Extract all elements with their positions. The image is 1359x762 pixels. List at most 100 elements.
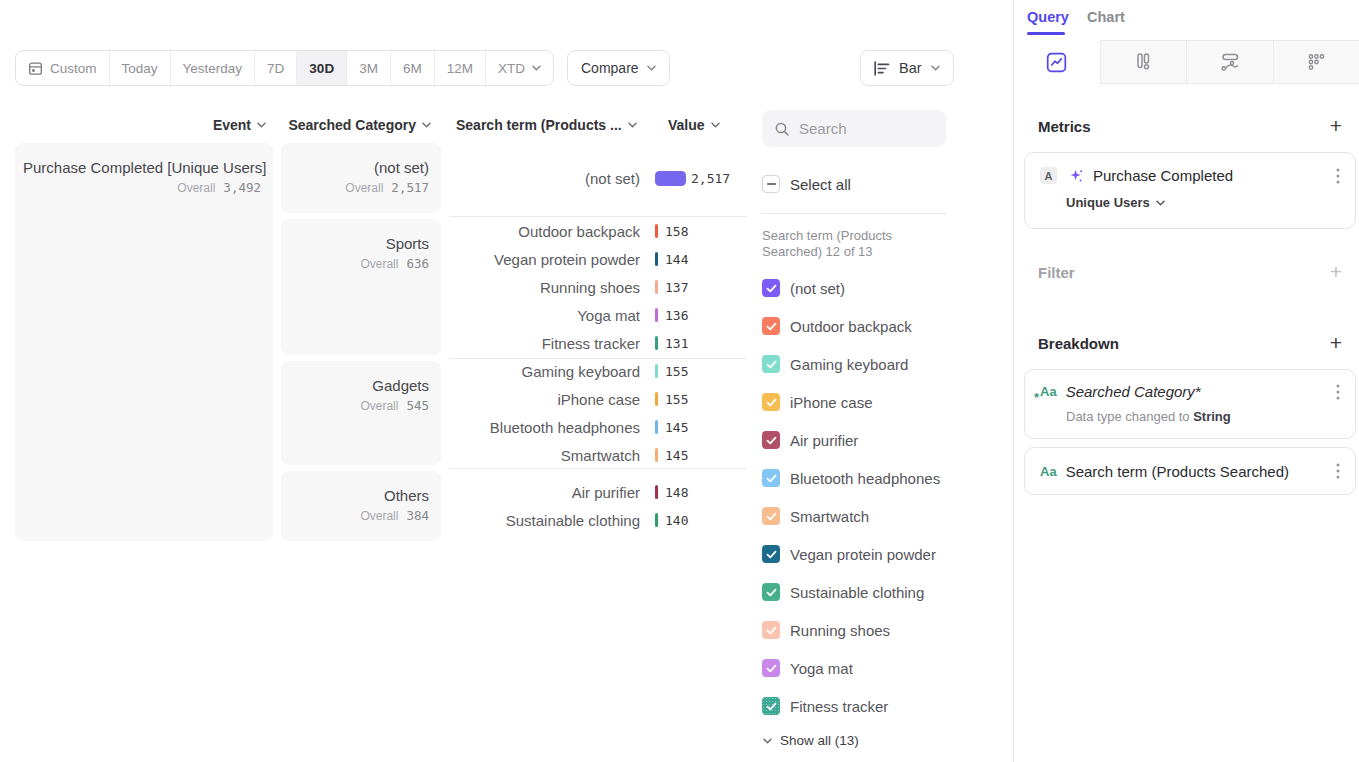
column-header-searched-category[interactable]: Searched Category [281, 117, 431, 133]
segment-label: Sustainable clothing [790, 584, 924, 601]
select-all-label: Select all [790, 176, 851, 193]
checked-checkbox[interactable] [762, 431, 780, 449]
add-filter-button[interactable]: + [1330, 262, 1342, 282]
flows-tab[interactable] [1186, 40, 1273, 84]
checked-checkbox[interactable] [762, 279, 780, 297]
term-row-gaming-keyboard[interactable]: Gaming keyboard155 [449, 357, 747, 385]
checked-checkbox[interactable] [762, 659, 780, 677]
date-range-label: Today [122, 61, 158, 76]
select-all-checkbox[interactable] [762, 175, 780, 193]
term-group-sports: Outdoor backpack158Vegan protein powder1… [449, 219, 747, 355]
segment-item-air-purifier[interactable]: Air purifier [762, 431, 940, 449]
checked-checkbox[interactable] [762, 545, 780, 563]
chart-type-button[interactable]: Bar [860, 50, 954, 86]
date-range-today[interactable]: Today [109, 51, 170, 85]
term-row-iphone-case[interactable]: iPhone case155 [449, 385, 747, 413]
date-range-12m[interactable]: 12M [434, 51, 485, 85]
date-range-xtd[interactable]: XTD [485, 51, 553, 85]
funnels-tab[interactable] [1100, 40, 1187, 84]
term-row-not-set[interactable]: (not set)2,517 [449, 164, 747, 192]
kebab-menu-icon[interactable] [1336, 384, 1340, 400]
category-cell-gadgets[interactable]: GadgetsOverall545 [281, 361, 441, 465]
kebab-menu-icon[interactable] [1336, 168, 1340, 184]
segment-item-smartwatch[interactable]: Smartwatch [762, 507, 940, 525]
value-number: 158 [665, 224, 688, 239]
add-metric-button[interactable]: + [1330, 116, 1342, 136]
segment-label: Fitness tracker [790, 698, 888, 715]
term-row-running-shoes[interactable]: Running shoes137 [449, 273, 747, 301]
date-range-label: 3M [359, 61, 378, 76]
compare-label: Compare [581, 60, 639, 76]
retention-tab[interactable] [1273, 40, 1359, 84]
value-number: 148 [665, 485, 688, 500]
event-cell[interactable]: Purchase Completed [Unique Users] Overal… [15, 143, 273, 541]
term-row-yoga-mat[interactable]: Yoga mat136 [449, 301, 747, 329]
checked-checkbox[interactable] [762, 469, 780, 487]
category-cell-sports[interactable]: SportsOverall636 [281, 219, 441, 355]
search-icon [774, 121, 790, 137]
term-row-sustainable-clothing[interactable]: Sustainable clothing140 [449, 506, 747, 534]
term-row-fitness-tracker[interactable]: Fitness tracker131 [449, 329, 747, 357]
select-all-row[interactable]: Select all [762, 175, 851, 193]
column-header-value[interactable]: Value [668, 117, 720, 133]
date-range-6m[interactable]: 6M [390, 51, 434, 85]
term-row-vegan-protein-powder[interactable]: Vegan protein powder144 [449, 245, 747, 273]
term-row-air-purifier[interactable]: Air purifier148 [449, 478, 747, 506]
search-input[interactable]: Search [762, 110, 946, 147]
metric-card[interactable]: A Purchase Completed Unique Users [1024, 152, 1356, 229]
segment-item-iphone-case[interactable]: iPhone case [762, 393, 940, 411]
term-row-outdoor-backpack[interactable]: Outdoor backpack158 [449, 217, 747, 245]
tab-chart[interactable]: Chart [1087, 9, 1125, 25]
term-label: Vegan protein powder [449, 251, 640, 268]
compare-button[interactable]: Compare [567, 50, 670, 86]
add-breakdown-button[interactable]: + [1330, 333, 1342, 353]
date-range-7d[interactable]: 7D [254, 51, 296, 85]
string-property-icon: Aa [1040, 465, 1057, 478]
segment-item-vegan-protein-powder[interactable]: Vegan protein powder [762, 545, 940, 563]
checked-checkbox[interactable] [762, 393, 780, 411]
segment-item-not-set[interactable]: (not set) [762, 279, 940, 297]
date-range-30d[interactable]: 30D [296, 51, 346, 85]
metrics-title: Metrics [1038, 118, 1091, 135]
show-all-button[interactable]: Show all (13) [763, 733, 859, 748]
date-range-custom[interactable]: Custom [16, 51, 109, 85]
category-cell-others[interactable]: OthersOverall384 [281, 471, 441, 541]
term-label: Bluetooth headphones [449, 419, 640, 436]
segment-label: (not set) [790, 280, 845, 297]
breakdown-card-search-term[interactable]: Aa Search term (Products Searched) [1024, 447, 1356, 495]
checked-checkbox[interactable] [762, 697, 780, 715]
segment-item-running-shoes[interactable]: Running shoes [762, 621, 940, 639]
breakdown-card-searched-category[interactable]: Aa* Searched Category* Data type changed… [1024, 369, 1356, 439]
insights-tab[interactable] [1014, 40, 1100, 84]
value-number: 131 [665, 336, 688, 351]
checked-checkbox[interactable] [762, 317, 780, 335]
checked-checkbox[interactable] [762, 621, 780, 639]
category-name: Sports [289, 235, 429, 252]
column-header-search-term[interactable]: Search term (Products ... [456, 117, 637, 133]
segment-item-outdoor-backpack[interactable]: Outdoor backpack [762, 317, 940, 335]
chevron-down-icon [532, 65, 541, 71]
value-bar [655, 252, 658, 266]
date-range-yesterday[interactable]: Yesterday [170, 51, 255, 85]
checked-checkbox[interactable] [762, 583, 780, 601]
segment-item-yoga-mat[interactable]: Yoga mat [762, 659, 940, 677]
segment-item-fitness-tracker[interactable]: Fitness tracker [762, 697, 940, 715]
term-row-bluetooth-headphones[interactable]: Bluetooth headphones145 [449, 413, 747, 441]
checked-checkbox[interactable] [762, 507, 780, 525]
date-range-3m[interactable]: 3M [346, 51, 390, 85]
segment-label: iPhone case [790, 394, 873, 411]
value-bar [655, 513, 658, 527]
column-header-event[interactable]: Event [15, 117, 266, 133]
segment-item-bluetooth-headphones[interactable]: Bluetooth headphones [762, 469, 940, 487]
checked-checkbox[interactable] [762, 355, 780, 373]
insights-report: Custom Today Yesterday7D30D 3M 6M12MXTD Comp… [0, 0, 1359, 762]
measure-selector[interactable]: Unique Users [1066, 195, 1340, 210]
chevron-down-icon [647, 65, 656, 71]
segment-item-sustainable-clothing[interactable]: Sustainable clothing [762, 583, 940, 601]
kebab-menu-icon[interactable] [1336, 463, 1340, 479]
column-header-label: Search term (Products ... [456, 117, 622, 133]
category-cell-not-set[interactable]: (not set)Overall2,517 [281, 143, 441, 213]
term-row-smartwatch[interactable]: Smartwatch145 [449, 441, 747, 469]
segment-item-gaming-keyboard[interactable]: Gaming keyboard [762, 355, 940, 373]
tab-query[interactable]: Query [1027, 9, 1069, 25]
